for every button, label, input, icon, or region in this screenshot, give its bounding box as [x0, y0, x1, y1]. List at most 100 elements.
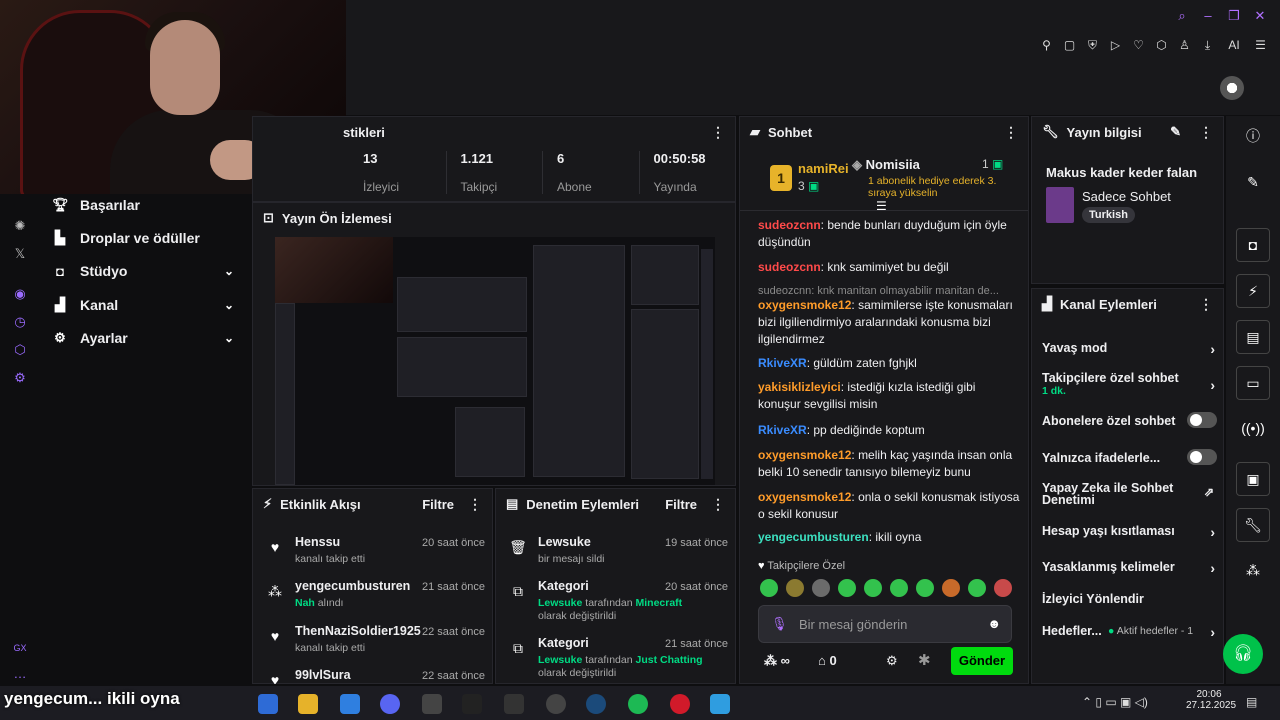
search-icon[interactable]: ⌕ [1174, 8, 1190, 24]
spotify-icon[interactable] [628, 694, 648, 714]
extension-icon[interactable]: ⬡ [1154, 38, 1169, 53]
chat-message[interactable]: oxygensmoke12: samimilerse işte konusmal… [758, 297, 1020, 348]
action-goals[interactable]: Hedefler... ● Aktif hedefler - 1 › [1042, 624, 1217, 640]
chat-bubble-icon[interactable]: ▭ [1236, 366, 1270, 400]
notification-icon[interactable]: ▤ [1246, 695, 1257, 709]
category-name[interactable]: Sadece Sohbet [1082, 189, 1171, 204]
action-slow-mode[interactable]: Yavaş mod › [1042, 341, 1217, 357]
broadcast-icon[interactable]: ((•)) [1236, 412, 1270, 446]
epic-icon[interactable] [504, 694, 524, 714]
mail-icon[interactable] [340, 694, 360, 714]
toggle-switch[interactable] [1187, 449, 1217, 465]
app-icon[interactable] [422, 694, 442, 714]
action-emotes-only[interactable]: Yalnızca ifadelerle... [1042, 449, 1217, 465]
app-icon[interactable] [462, 694, 482, 714]
menu-item-studio[interactable]: ◘ Stüdyo ⌄ [52, 260, 242, 282]
action-ai-moderation[interactable]: Yapay Zeka ile Sohbet Denetimi ⇗ [1042, 482, 1214, 507]
menu-item-achievements[interactable]: 🏆︎ Başarılar [52, 194, 242, 216]
screen-icon[interactable]: ▣ [1236, 462, 1270, 496]
chat-message[interactable]: yakisiklizleyici: istediği kızla istediğ… [758, 379, 1020, 413]
feed-filter-button[interactable]: Filtre [422, 497, 454, 512]
app-icon[interactable] [710, 694, 730, 714]
stream-preview-video[interactable] [275, 237, 715, 485]
info-icon[interactable]: ⓘ [1236, 120, 1270, 154]
more-options-icon[interactable]: ⋮ [468, 496, 482, 513]
opera-icon[interactable] [670, 694, 690, 714]
shield-icon[interactable]: ⛨ [1085, 38, 1100, 53]
menu-item-drops[interactable]: ▙ Droplar ve ödüller [52, 227, 242, 249]
more-icon[interactable]: … [12, 666, 28, 682]
top-gifter[interactable]: namiRei [798, 161, 849, 176]
chat-settings-icon[interactable]: ⚙ [886, 653, 898, 669]
mod-filter-button[interactable]: Filtre [665, 497, 697, 512]
edit-icon[interactable]: ✎ [1170, 124, 1181, 140]
wrench-icon[interactable]: 🔧︎ [1236, 508, 1270, 542]
download-icon[interactable]: ⤓ [1200, 38, 1215, 53]
snapshot-icon[interactable]: ▢ [1062, 38, 1077, 53]
action-subscribers-only[interactable]: Abonelere özel sohbet [1042, 412, 1217, 428]
play-circle-icon[interactable]: ◉ [12, 286, 28, 302]
more-options-icon[interactable]: ⋮ [1199, 296, 1213, 313]
emoji-icon[interactable]: ☻ [987, 616, 1001, 631]
more-options-icon[interactable]: ⋮ [711, 124, 725, 141]
note-icon[interactable]: ▤ [1236, 320, 1270, 354]
clock-icon[interactable]: ◷ [12, 314, 28, 330]
points-icon[interactable]: ⁂ [1236, 554, 1270, 588]
chat-message[interactable]: RkiveXR: pp dediğinde koptum [758, 422, 1020, 439]
profile-icon[interactable]: ♙ [1177, 38, 1192, 53]
collapse-icon[interactable]: ☰ [876, 199, 887, 213]
list-item[interactable]: ♥ 99lvlSura 22 saat önce [265, 668, 485, 684]
menu-item-settings[interactable]: ⚙ Ayarlar ⌄ [52, 327, 242, 349]
more-options-icon[interactable]: ⋮ [1004, 124, 1018, 141]
camera-icon[interactable]: ◘ [1236, 228, 1270, 262]
menu-icon[interactable]: ☰ [1253, 38, 1268, 53]
action-banned-words[interactable]: Yasaklanmış kelimeler › [1042, 560, 1217, 576]
avatar[interactable] [1220, 76, 1244, 100]
heart-icon[interactable]: ♡ [1131, 38, 1146, 53]
folder-icon[interactable] [298, 694, 318, 714]
menu-item-channel[interactable]: ▟ Kanal ⌄ [52, 294, 242, 316]
chat-message[interactable]: RkiveXR: güldüm zaten fghjkl [758, 355, 1020, 372]
minimize-icon[interactable]: – [1200, 8, 1216, 24]
app-icon[interactable] [258, 694, 278, 714]
more-options-icon[interactable]: ⋮ [711, 496, 725, 513]
steam-icon[interactable] [586, 694, 606, 714]
tag-badge[interactable]: Turkish [1082, 207, 1135, 223]
more-options-icon[interactable]: ⋮ [1199, 124, 1213, 141]
mic-icon[interactable]: 🎙︎ [771, 616, 788, 632]
puzzle-icon[interactable]: ✱ [918, 651, 931, 669]
action-raid[interactable]: İzleyici Yönlendir [1042, 592, 1217, 606]
toggle-switch[interactable] [1187, 412, 1217, 428]
clock[interactable]: 20:06 27.12.2025 [1186, 689, 1236, 711]
play-icon[interactable]: ▷ [1108, 38, 1123, 53]
close-icon[interactable]: ✕ [1252, 8, 1268, 24]
lightning-icon[interactable]: ⚡︎ [1236, 274, 1270, 308]
chat-message[interactable]: yengecumbusturen: ikili oyna [758, 529, 1020, 546]
stream-preview-panel: ⊡ Yayın Ön İzlemesi [252, 202, 736, 486]
points-button[interactable]: ⁂ ∞ [764, 653, 790, 669]
chat-input[interactable]: 🎙︎ Bir mesaj gönderin ☻ [758, 605, 1012, 643]
action-account-age[interactable]: Hesap yaşı kısıtlaması › [1042, 524, 1217, 540]
x-icon[interactable]: 𝕏 [12, 246, 28, 262]
headset-support-icon[interactable]: 🎧︎ [1223, 634, 1263, 674]
tray-icons[interactable]: ⌃ ▯ ▭ ▣ ◁) [1082, 695, 1148, 709]
discord-icon[interactable] [380, 694, 400, 714]
chatgpt-icon[interactable]: ✺ [12, 218, 28, 234]
restore-icon[interactable]: ❐ [1226, 8, 1242, 24]
pin-icon[interactable]: ⚲ [1039, 38, 1054, 53]
emote-bar[interactable] [760, 579, 1012, 597]
second-gifter[interactable]: ◈ Nomisiia [852, 157, 920, 173]
chat-message[interactable]: sudeozcnn: knk samimiyet bu değil [758, 259, 1020, 276]
send-button[interactable]: Gönder [951, 647, 1013, 675]
gifts-button[interactable]: ⌂ 0 [818, 653, 837, 668]
cube-icon[interactable]: ⬡ [12, 342, 28, 358]
chat-message[interactable]: sudeozcnn: bende bunları duyduğum için ö… [758, 217, 1020, 251]
settings-icon[interactable]: ⚙ [12, 370, 28, 386]
heart-icon: ♥ [270, 539, 280, 555]
ai-icon[interactable]: AI [1223, 38, 1245, 53]
chat-message[interactable]: oxygensmoke12: melih kaç yaşında insan o… [758, 447, 1020, 481]
chat-message[interactable]: oxygensmoke12: onla o sekil konusmak ist… [758, 489, 1020, 523]
app-icon[interactable] [546, 694, 566, 714]
pencil-icon[interactable]: ✎ [1236, 166, 1270, 200]
action-followers-only[interactable]: Takipçilere özel sohbet 1 dk. › [1042, 371, 1217, 397]
